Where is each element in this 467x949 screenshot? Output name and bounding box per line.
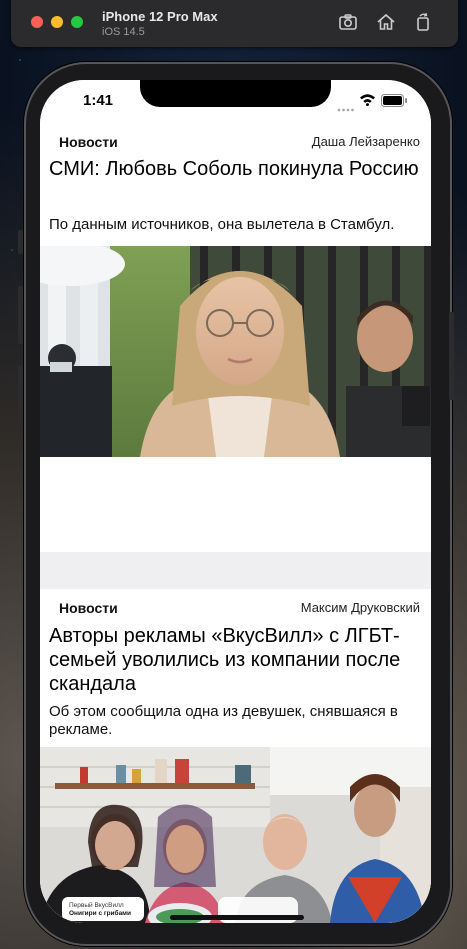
screenshot-icon[interactable] [337,11,359,33]
article-card[interactable]: Новости Максим Друковский Авторы рекламы… [40,589,431,923]
notch [140,80,331,107]
silent-switch[interactable] [18,230,23,254]
photo-caption-line1: Первый ВкусВилл [69,901,124,909]
home-icon[interactable] [375,11,397,33]
device-name: iPhone 12 Pro Max [102,9,218,24]
article-photo[interactable]: Первый ВкусВилл Онигири с грибами [40,747,431,923]
os-version: iOS 14.5 [102,26,145,38]
article-category: Новости [59,134,118,150]
simulator-toolbar: iPhone 12 Pro Max iOS 14.5 [11,0,458,47]
article-card[interactable]: Новости Даша Лейзаренко СМИ: Любовь Собо… [40,122,431,552]
article-author: Максим Друковский [300,600,420,615]
zoom-window-button[interactable] [71,16,83,28]
status-time: 1:41 [83,92,114,109]
article-author: Даша Лейзаренко [311,134,420,149]
minimize-window-button[interactable] [51,16,63,28]
battery-icon [381,94,408,112]
article-title[interactable]: СМИ: Любовь Соболь покинула Россию [49,157,421,181]
article-category: Новости [59,600,118,616]
article-lead: По данным источников, она вылетела в Ста… [49,216,395,233]
close-window-button[interactable] [31,16,43,28]
photo-caption-line2: Онигири с грибами [69,909,131,917]
rotate-icon[interactable] [412,11,434,33]
home-indicator[interactable] [170,915,304,920]
volume-up-button[interactable] [18,286,23,344]
article-photo[interactable] [40,246,431,457]
side-button[interactable] [449,312,454,400]
wifi-icon [359,93,376,111]
article-title[interactable]: Авторы рекламы «ВкусВилл» с ЛГБТ-семьей … [49,624,421,696]
status-bar: 1:41 [40,80,431,122]
signal-icon [337,99,355,117]
phone-screen: 1:41 Новости Даша Лейзаренко СМИ: Любовь… [40,80,431,923]
article-lead: Об этом сообщила одна из девушек, снявша… [49,703,398,738]
volume-down-button[interactable] [18,365,23,423]
